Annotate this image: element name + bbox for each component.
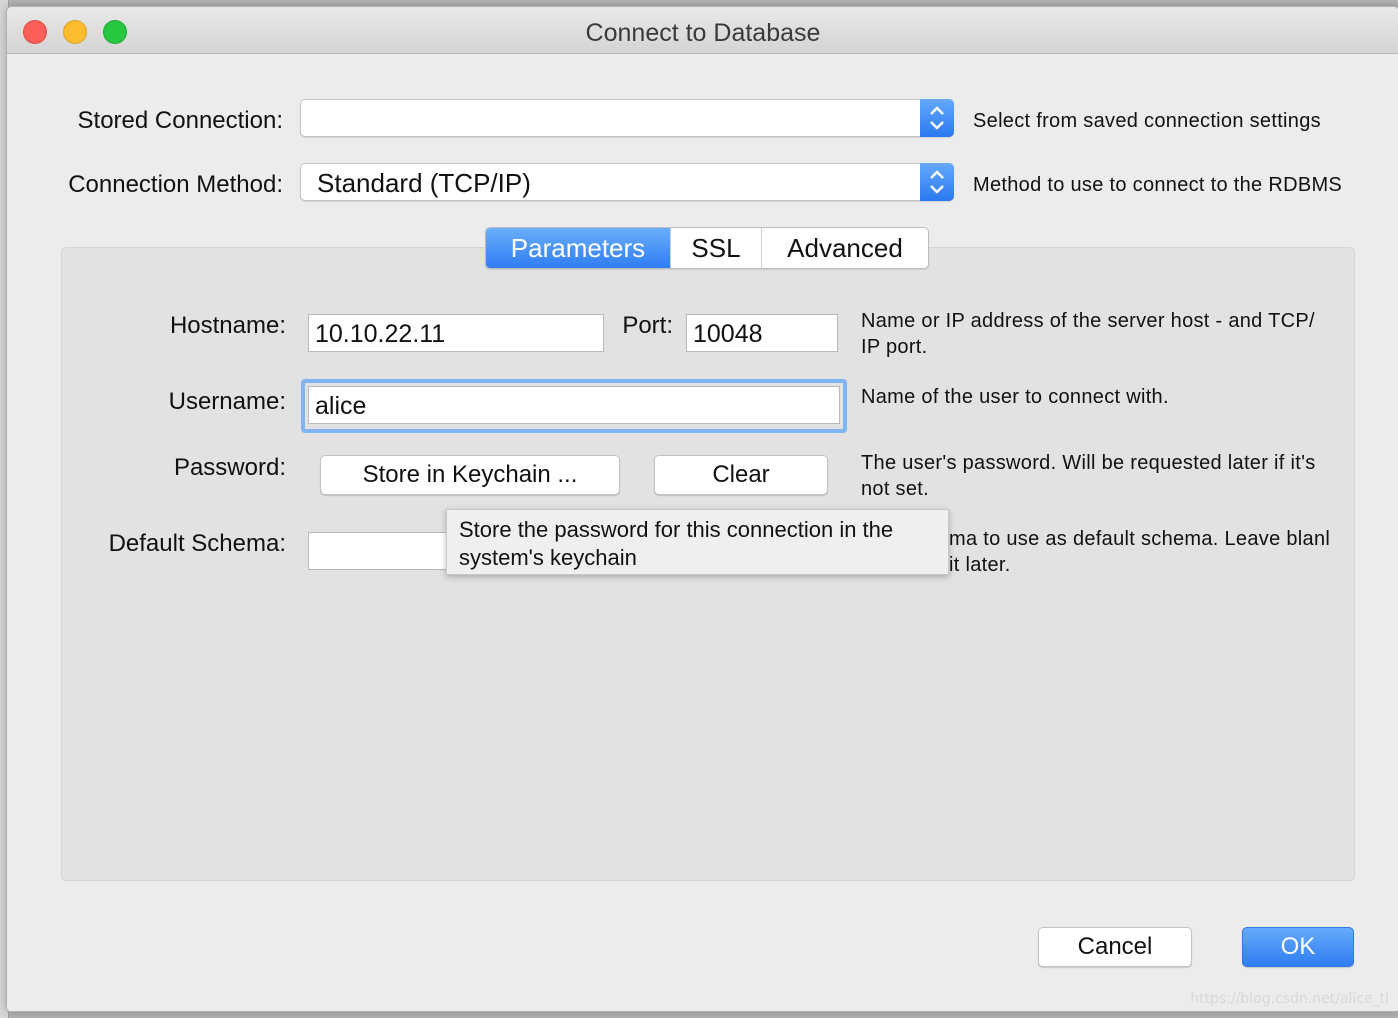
chevron-updown-icon (930, 106, 944, 130)
stored-connection-stepper-icon[interactable] (920, 99, 954, 137)
chevron-updown-icon (930, 170, 944, 194)
connection-method-label: Connection Method: (68, 171, 283, 198)
window-title: Connect to Database (585, 19, 821, 47)
title-bar[interactable]: Connect to Database (7, 7, 1398, 54)
password-label: Password: (173, 454, 286, 481)
store-in-keychain-button[interactable]: Store in Keychain ... (320, 455, 620, 495)
watermark: https://blog.csdn.net/alice_tl (1190, 991, 1389, 1007)
tab-ssl[interactable]: SSL (670, 228, 761, 268)
username-hint: Name of the user to connect with. (861, 386, 1169, 408)
hostname-hint-line1: Name or IP address of the server host - … (861, 310, 1315, 332)
tab-advanced[interactable]: Advanced (761, 228, 928, 268)
port-input[interactable]: 10048 (686, 314, 838, 352)
hostname-hint: Name or IP address of the server host - … (861, 308, 1315, 360)
default-schema-hint-line1: ma to use as default schema. Leave blanl (949, 528, 1331, 550)
clear-password-button[interactable]: Clear (654, 455, 828, 495)
connection-method-stepper-icon[interactable] (920, 163, 954, 201)
connect-dialog: Connect to Database Stored Connection: S… (6, 6, 1398, 1012)
cancel-button[interactable]: Cancel (1038, 927, 1192, 967)
stored-connection-select[interactable] (300, 99, 954, 137)
username-input[interactable]: alice (308, 386, 840, 424)
hostname-hint-line2: IP port. (861, 336, 928, 358)
hostname-input[interactable]: 10.10.22.11 (308, 314, 604, 352)
keychain-tooltip: Store the password for this connection i… (446, 509, 949, 575)
tooltip-line2: system's keychain (459, 545, 637, 570)
ok-button[interactable]: OK (1242, 927, 1354, 967)
tab-parameters[interactable]: Parameters (486, 228, 670, 268)
port-label: Port: (622, 312, 673, 339)
connection-method-value: Standard (TCP/IP) (317, 168, 531, 198)
stored-connection-hint: Select from saved connection settings (973, 110, 1321, 132)
tooltip-line1: Store the password for this connection i… (459, 517, 894, 542)
default-schema-label: Default Schema: (108, 530, 286, 557)
default-schema-hint: ma to use as default schema. Leave blanl… (949, 526, 1345, 578)
hostname-label: Hostname: (169, 312, 286, 339)
password-hint-line1: The user's password. Will be requested l… (861, 452, 1316, 474)
username-label: Username: (168, 388, 286, 415)
default-schema-hint-line2: it later. (949, 554, 1011, 576)
password-hint-line2: not set. (861, 478, 929, 500)
connection-method-select[interactable]: Standard (TCP/IP) (300, 163, 954, 201)
connection-tabs: Parameters SSL Advanced (485, 227, 929, 269)
connection-method-hint: Method to use to connect to the RDBMS (973, 174, 1343, 196)
stored-connection-label: Stored Connection: (77, 107, 283, 134)
password-hint: The user's password. Will be requested l… (861, 450, 1316, 502)
